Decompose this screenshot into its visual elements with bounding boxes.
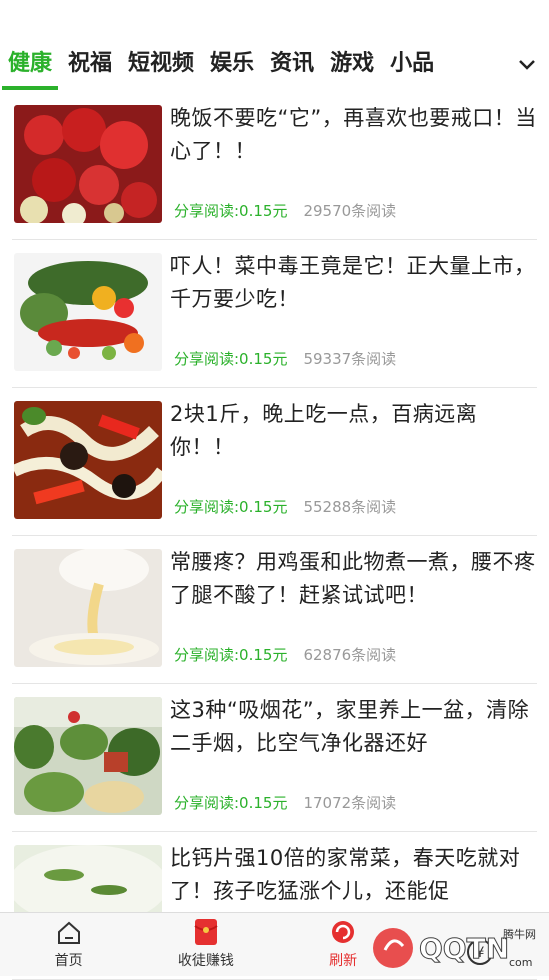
tab-blessing[interactable]: 祝福 xyxy=(60,38,120,92)
read-count: 29570条阅读 xyxy=(303,200,396,221)
tabbar-recruit[interactable]: 收徒赚钱 xyxy=(137,913,274,976)
red-envelope-icon xyxy=(194,918,218,946)
article-title: 常腰疼？用鸡蛋和此物煮一煮，腰不疼了腿不酸了！赶紧试试吧！ xyxy=(170,546,537,612)
list-item[interactable]: 2块1斤，晚上吃一点，百病远离你！！ 分享阅读:0.15元 55288条阅读 xyxy=(12,388,537,536)
tabbar-home[interactable]: 首页 xyxy=(0,913,137,976)
article-thumbnail xyxy=(14,549,162,667)
tab-health[interactable]: 健康 xyxy=(0,38,60,92)
category-tabs: 健康 祝福 短视频 娱乐 资讯 游戏 小品 xyxy=(0,38,549,92)
chevron-down-icon[interactable] xyxy=(515,52,539,76)
list-item[interactable]: 常腰疼？用鸡蛋和此物煮一煮，腰不疼了腿不酸了！赶紧试试吧！ 分享阅读:0.15元… xyxy=(12,536,537,684)
article-title: 晚饭不要吃“它”，再喜欢也要戒口！当心了！！ xyxy=(170,102,537,168)
tabbar-refresh[interactable]: 刷新 xyxy=(275,913,412,976)
read-count: 59337条阅读 xyxy=(303,348,396,369)
tab-entertainment[interactable]: 娱乐 xyxy=(202,38,262,92)
tabbar-recruit-label: 收徒赚钱 xyxy=(178,950,234,970)
share-reward: 分享阅读:0.15元 xyxy=(174,792,287,813)
article-title: 这3种“吸烟花”，家里养上一盆，清除二手烟，比空气净化器还好 xyxy=(170,694,537,760)
read-count: 17072条阅读 xyxy=(303,792,396,813)
article-title: 吓人！菜中毒王竟是它！正大量上市，千万要少吃！ xyxy=(170,250,537,316)
article-title: 比钙片强10倍的家常菜，春天吃就对了！孩子吃猛涨个儿，还能促 xyxy=(170,842,537,908)
read-count: 62876条阅读 xyxy=(303,644,396,665)
tabbar-home-label: 首页 xyxy=(55,950,83,970)
share-reward: 分享阅读:0.15元 xyxy=(174,200,287,221)
article-meta: 分享阅读:0.15元 59337条阅读 xyxy=(174,348,396,369)
tab-games[interactable]: 游戏 xyxy=(322,38,382,92)
article-thumbnail xyxy=(14,401,162,519)
tab-news[interactable]: 资讯 xyxy=(262,38,322,92)
share-reward: 分享阅读:0.15元 xyxy=(174,644,287,665)
svg-text:¥: ¥ xyxy=(476,945,485,961)
share-reward: 分享阅读:0.15元 xyxy=(174,496,287,517)
article-meta: 分享阅读:0.15元 55288条阅读 xyxy=(174,496,396,517)
refresh-icon xyxy=(329,918,357,946)
article-title: 2块1斤，晚上吃一点，百病远离你！！ xyxy=(170,398,537,464)
article-thumbnail xyxy=(14,253,162,371)
tabbar-wallet[interactable]: ¥ xyxy=(412,913,549,976)
list-item[interactable]: 吓人！菜中毒王竟是它！正大量上市，千万要少吃！ 分享阅读:0.15元 59337… xyxy=(12,240,537,388)
bottom-tab-bar: 首页 收徒赚钱 刷新 ¥ xyxy=(0,912,549,976)
list-item[interactable]: 这3种“吸烟花”，家里养上一盆，清除二手烟，比空气净化器还好 分享阅读:0.15… xyxy=(12,684,537,832)
article-list: 晚饭不要吃“它”，再喜欢也要戒口！当心了！！ 分享阅读:0.15元 29570条… xyxy=(0,92,549,980)
article-meta: 分享阅读:0.15元 17072条阅读 xyxy=(174,792,396,813)
home-icon xyxy=(56,920,82,946)
article-thumbnail xyxy=(14,105,162,223)
list-item[interactable]: 晚饭不要吃“它”，再喜欢也要戒口！当心了！！ 分享阅读:0.15元 29570条… xyxy=(12,92,537,240)
article-thumbnail xyxy=(14,697,162,815)
tabbar-refresh-label: 刷新 xyxy=(329,950,357,970)
tab-skits[interactable]: 小品 xyxy=(382,38,442,92)
article-meta: 分享阅读:0.15元 62876条阅读 xyxy=(174,644,396,665)
tab-short-video[interactable]: 短视频 xyxy=(120,38,202,92)
yuan-coin-icon: ¥ xyxy=(466,938,494,966)
share-reward: 分享阅读:0.15元 xyxy=(174,348,287,369)
read-count: 55288条阅读 xyxy=(303,496,396,517)
article-meta: 分享阅读:0.15元 29570条阅读 xyxy=(174,200,396,221)
